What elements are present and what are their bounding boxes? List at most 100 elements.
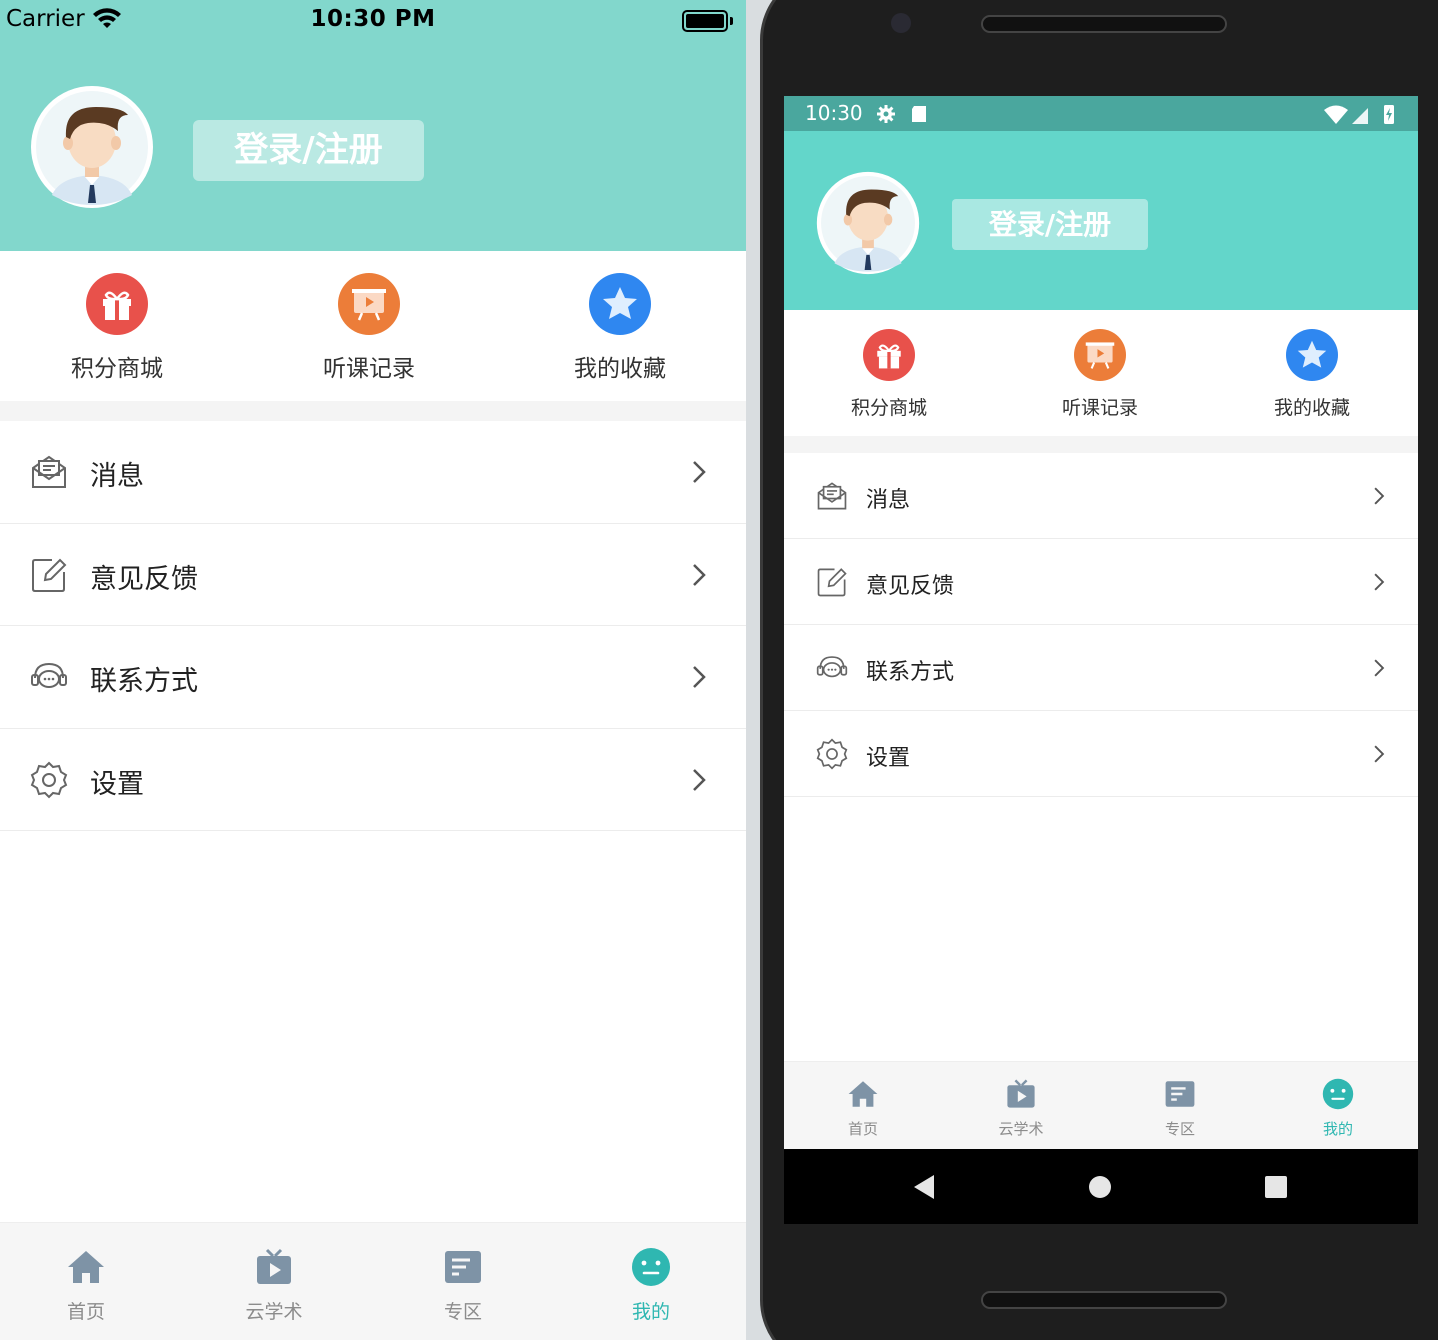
message-icon: [817, 482, 847, 510]
tab-label: 专区: [1164, 1120, 1195, 1138]
section-divider: [784, 436, 1418, 453]
edit-icon: [32, 558, 67, 592]
status-left-icons: [877, 105, 926, 123]
tab-cloud-academic[interactable]: 云学术: [214, 1247, 334, 1324]
smiley-icon: [632, 1248, 670, 1286]
tab-home[interactable]: 首页: [808, 1078, 918, 1139]
quick-item-my-favorites[interactable]: 我的收藏: [1232, 329, 1392, 420]
tab-bar: 首页 云学术 专区 我的: [784, 1061, 1418, 1149]
menu-item-label: 设置: [90, 768, 144, 800]
chevron-right-icon: [1374, 659, 1385, 677]
tab-mine[interactable]: 我的: [591, 1247, 711, 1324]
chevron-right-icon: [693, 666, 706, 688]
tab-zone[interactable]: 专区: [1125, 1078, 1235, 1139]
gear-icon: [816, 738, 848, 770]
quick-item-listening-history[interactable]: 听课记录: [279, 273, 459, 383]
top-speaker: [981, 15, 1227, 33]
menu-item-messages[interactable]: 消息: [0, 421, 746, 524]
list-icon: [445, 1251, 481, 1283]
menu-item-label: 意见反馈: [866, 574, 955, 599]
quick-actions: 积分商城 听课记录 我的收藏: [0, 251, 746, 401]
star-icon: [589, 273, 651, 335]
login-register-button[interactable]: 登录/注册: [952, 199, 1148, 250]
tab-label: 首页: [66, 1301, 105, 1323]
quick-item-label: 我的收藏: [1273, 397, 1350, 419]
chevron-right-icon: [1374, 487, 1385, 505]
status-right-icons: [1324, 105, 1394, 124]
menu-item-feedback[interactable]: 意见反馈: [784, 539, 1418, 625]
login-register-button[interactable]: 登录/注册: [193, 120, 424, 181]
android-status-bar: 10:30: [784, 96, 1418, 131]
cell-signal-icon: [1352, 108, 1368, 124]
tab-zone[interactable]: 专区: [403, 1247, 523, 1324]
star-icon: [1286, 329, 1338, 381]
chevron-right-icon: [693, 563, 706, 586]
quick-item-my-favorites[interactable]: 我的收藏: [530, 273, 710, 383]
chevron-right-icon: [693, 461, 706, 483]
gift-icon: [863, 329, 915, 381]
chevron-right-icon: [1374, 745, 1385, 763]
bottom-speaker: [981, 1291, 1227, 1309]
quick-item-label: 积分商城: [71, 356, 163, 382]
smiley-icon: [1322, 1078, 1354, 1110]
menu-item-label: 联系方式: [90, 666, 198, 697]
tab-label: 我的: [631, 1301, 670, 1323]
quick-item-label: 我的收藏: [574, 356, 666, 382]
tab-label: 云学术: [245, 1301, 303, 1323]
battery-icon: [682, 10, 728, 32]
tab-cloud-academic[interactable]: 云学术: [966, 1078, 1076, 1139]
presentation-icon: [1074, 329, 1126, 381]
menu-item-messages[interactable]: 消息: [784, 453, 1418, 539]
sd-card-icon: [912, 106, 926, 122]
chevron-right-icon: [1374, 573, 1385, 591]
front-camera: [891, 13, 911, 33]
settings-menu: 消息 意见反馈 联系方式 设置: [784, 453, 1418, 797]
ios-screen: Carrier 10:30 PM 登录/注册 积分商城 听课记录 我的收藏 消息…: [0, 0, 746, 1340]
headset-icon: [816, 656, 848, 678]
menu-item-label: 消息: [866, 488, 911, 513]
menu-item-settings[interactable]: 设置: [0, 729, 746, 831]
back-icon[interactable]: [910, 1173, 938, 1201]
recents-icon[interactable]: [1262, 1173, 1290, 1201]
status-time: 10:30 PM: [310, 6, 436, 32]
home-icon: [848, 1081, 878, 1107]
status-bar: Carrier 10:30 PM: [0, 0, 746, 42]
android-screen: 10:30 登录/注册 积分商城 听课记录 我的收藏 消息 意见反馈 联系方式 …: [784, 96, 1418, 1224]
message-icon: [32, 455, 66, 488]
headset-icon: [31, 662, 67, 688]
section-divider: [0, 401, 746, 421]
avatar[interactable]: [816, 171, 920, 275]
tab-label: 首页: [847, 1120, 878, 1138]
avatar[interactable]: [30, 85, 154, 209]
settings-gear-icon: [877, 105, 895, 123]
menu-item-label: 意见反馈: [90, 563, 198, 595]
quick-item-label: 听课记录: [1061, 397, 1138, 419]
tv-icon: [1007, 1079, 1035, 1108]
tab-bar: 首页 云学术 专区 我的: [0, 1222, 746, 1340]
quick-item-label: 听课记录: [323, 356, 415, 382]
quick-item-points-mall[interactable]: 积分商城: [809, 329, 969, 420]
status-time: 10:30: [805, 101, 863, 125]
presentation-icon: [338, 273, 400, 335]
system-nav-bar: [784, 1149, 1418, 1224]
home-circle-icon[interactable]: [1086, 1173, 1114, 1201]
menu-item-contact[interactable]: 联系方式: [784, 625, 1418, 711]
tv-icon: [257, 1248, 291, 1284]
list-icon: [1165, 1081, 1195, 1107]
menu-item-feedback[interactable]: 意见反馈: [0, 524, 746, 626]
quick-actions: 积分商城 听课记录 我的收藏: [784, 310, 1418, 436]
edit-icon: [817, 568, 847, 597]
wifi-signal-icon: [1324, 105, 1348, 124]
settings-menu: 消息 意见反馈 联系方式 设置: [0, 421, 746, 831]
menu-item-label: 消息: [90, 461, 144, 492]
gear-icon: [30, 761, 68, 798]
home-icon: [68, 1251, 104, 1283]
menu-item-contact[interactable]: 联系方式: [0, 626, 746, 729]
menu-item-settings[interactable]: 设置: [784, 711, 1418, 797]
tab-home[interactable]: 首页: [26, 1247, 146, 1324]
tab-mine[interactable]: 我的: [1283, 1078, 1393, 1139]
tab-label: 我的: [1322, 1120, 1353, 1138]
tab-label: 专区: [443, 1301, 482, 1323]
quick-item-listening-history[interactable]: 听课记录: [1020, 329, 1180, 420]
quick-item-points-mall[interactable]: 积分商城: [27, 273, 207, 383]
